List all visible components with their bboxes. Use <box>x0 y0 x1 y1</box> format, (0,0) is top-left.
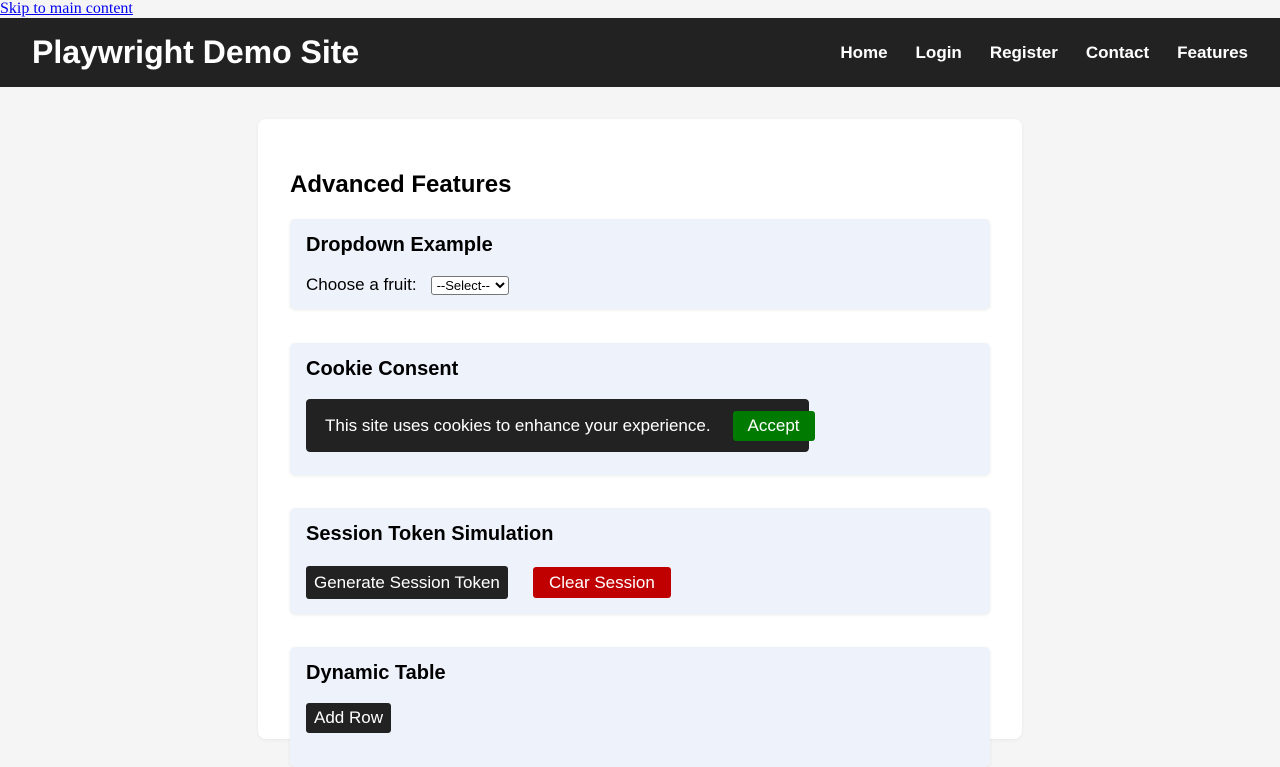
dropdown-section: Dropdown Example Choose a fruit: --Selec… <box>290 219 990 309</box>
cookie-consent-section: Cookie Consent This site uses cookies to… <box>290 343 990 475</box>
add-row-button[interactable]: Add Row <box>306 703 391 733</box>
accept-cookies-button[interactable]: Accept <box>732 410 815 441</box>
nav-link-contact[interactable]: Contact <box>1086 43 1149 63</box>
page-title: Advanced Features <box>290 171 512 198</box>
nav-link-features[interactable]: Features <box>1177 43 1248 63</box>
dropdown-heading: Dropdown Example <box>306 234 493 256</box>
fruit-select[interactable]: --Select-- <box>430 275 509 295</box>
cookie-message: This site uses cookies to enhance your e… <box>325 415 711 435</box>
main-card: Advanced Features Dropdown Example Choos… <box>258 119 1022 767</box>
fruit-select-row: Choose a fruit: --Select-- <box>306 275 509 295</box>
site-header: Playwright Demo Site Home Login Register… <box>0 18 1280 87</box>
fruit-select-label: Choose a fruit: <box>306 275 417 294</box>
cookie-banner: This site uses cookies to enhance your e… <box>306 399 815 452</box>
nav-link-home[interactable]: Home <box>840 43 887 63</box>
skip-to-main-link[interactable]: Skip to main content <box>0 0 133 18</box>
nav-link-register[interactable]: Register <box>990 43 1058 63</box>
nav-link-login[interactable]: Login <box>916 43 962 63</box>
session-token-heading: Session Token Simulation <box>306 523 554 545</box>
dynamic-table-heading: Dynamic Table <box>306 662 446 684</box>
site-title: Playwright Demo Site <box>32 34 360 70</box>
clear-session-button[interactable]: Clear Session <box>533 567 671 598</box>
dynamic-table-section: Dynamic Table Add Row <box>290 647 990 767</box>
generate-session-token-button[interactable]: Generate Session Token <box>306 566 508 599</box>
cookie-consent-heading: Cookie Consent <box>306 358 459 380</box>
main-nav: Home Login Register Contact Features <box>840 43 1248 63</box>
session-token-section: Session Token Simulation Generate Sessio… <box>290 508 990 614</box>
